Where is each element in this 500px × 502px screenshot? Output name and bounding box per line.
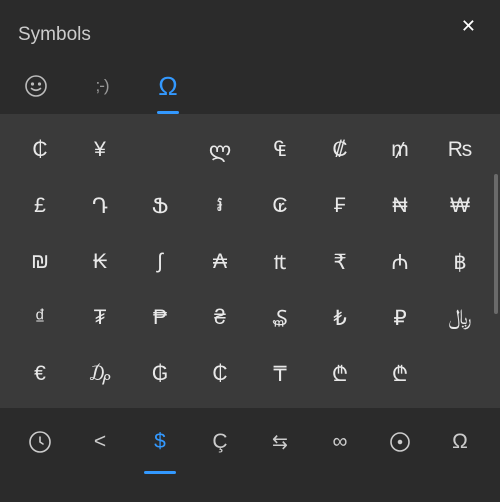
- symbol-cell[interactable]: ﷼: [430, 290, 490, 346]
- symbol-cell[interactable]: ∫: [130, 234, 190, 290]
- symbol-cell[interactable]: ₾: [310, 346, 370, 402]
- symbol-cell[interactable]: ₾: [370, 346, 430, 402]
- symbol-cell[interactable]: ₵: [10, 122, 70, 178]
- symbol-cell[interactable]: ₢: [250, 178, 310, 234]
- close-button[interactable]: ✕: [455, 10, 482, 43]
- target-icon: [388, 430, 412, 454]
- symbol-cell[interactable]: ₺: [310, 290, 370, 346]
- category-tabs: ;-) Ω: [0, 50, 500, 114]
- category-language[interactable]: Ω: [430, 416, 490, 468]
- symbol-cell[interactable]: [430, 346, 490, 402]
- category-geometric[interactable]: [370, 416, 430, 468]
- symbol-cell[interactable]: ₡: [310, 122, 370, 178]
- clock-icon: [28, 430, 52, 454]
- symbol-cell[interactable]: ₷: [250, 290, 310, 346]
- tab-emoji[interactable]: [18, 68, 54, 104]
- symbol-cell[interactable]: ₮: [70, 290, 130, 346]
- symbol-cell[interactable]: ₯: [70, 346, 130, 402]
- symbol-cell[interactable]: ₳: [190, 234, 250, 290]
- symbol-cell[interactable]: ₪: [10, 234, 70, 290]
- category-latin[interactable]: Ç: [190, 416, 250, 468]
- symbol-cell[interactable]: ₣: [310, 178, 370, 234]
- category-punctuation[interactable]: <: [70, 416, 130, 468]
- symbol-cell[interactable]: ₦: [370, 178, 430, 234]
- symbol-cell[interactable]: ₼: [370, 234, 430, 290]
- tab-kaomoji[interactable]: ;-): [84, 68, 120, 104]
- symbol-cell[interactable]: ฿: [430, 234, 490, 290]
- symbol-cell[interactable]: £: [10, 178, 70, 234]
- scrollbar[interactable]: [494, 174, 498, 314]
- symbol-grid-container: ₵ ¥ ঳ ლ ₠ ₡ ₥ ₨ £ Դ Ֆ ៛ ₢ ₣ ₦ ₩ ₪ ₭ ∫ ₳ …: [0, 114, 500, 408]
- symbol-grid: ₵ ¥ ঳ ლ ₠ ₡ ₥ ₨ £ Դ Ֆ ៛ ₢ ₣ ₦ ₩ ₪ ₭ ∫ ₳ …: [0, 114, 500, 408]
- category-bar: < $ Ç ⇆ ∞ Ω: [0, 408, 500, 476]
- symbol-cell[interactable]: ₽: [370, 290, 430, 346]
- smiley-icon: [24, 74, 48, 98]
- symbol-cell[interactable]: ₹: [310, 234, 370, 290]
- category-recent[interactable]: [10, 416, 70, 468]
- symbol-cell[interactable]: ₨: [430, 122, 490, 178]
- symbol-cell[interactable]: €: [10, 346, 70, 402]
- panel-title: Symbols: [18, 24, 91, 46]
- symbol-cell[interactable]: ₭: [70, 234, 130, 290]
- symbol-cell[interactable]: ₠: [250, 122, 310, 178]
- symbol-cell[interactable]: ₫: [10, 290, 70, 346]
- symbol-cell[interactable]: Ֆ: [130, 178, 190, 234]
- symbol-cell[interactable]: ঳: [130, 122, 190, 178]
- header: Symbols ✕: [0, 0, 500, 50]
- category-math[interactable]: ∞: [310, 416, 370, 468]
- symbol-cell[interactable]: ¥: [70, 122, 130, 178]
- symbol-cell[interactable]: ₵: [190, 346, 250, 402]
- symbol-cell[interactable]: ₱: [130, 290, 190, 346]
- symbol-cell[interactable]: ლ: [190, 122, 250, 178]
- symbol-cell[interactable]: ₲: [130, 346, 190, 402]
- symbol-cell[interactable]: ₶: [250, 234, 310, 290]
- category-currency[interactable]: $: [130, 416, 190, 468]
- symbol-cell[interactable]: ₸: [250, 346, 310, 402]
- symbol-cell[interactable]: ៛: [190, 178, 250, 234]
- symbol-cell[interactable]: ₩: [430, 178, 490, 234]
- tab-symbols[interactable]: Ω: [150, 68, 186, 104]
- category-arrows[interactable]: ⇆: [250, 416, 310, 468]
- symbol-cell[interactable]: ₴: [190, 290, 250, 346]
- symbol-cell[interactable]: ₥: [370, 122, 430, 178]
- symbol-cell[interactable]: Դ: [70, 178, 130, 234]
